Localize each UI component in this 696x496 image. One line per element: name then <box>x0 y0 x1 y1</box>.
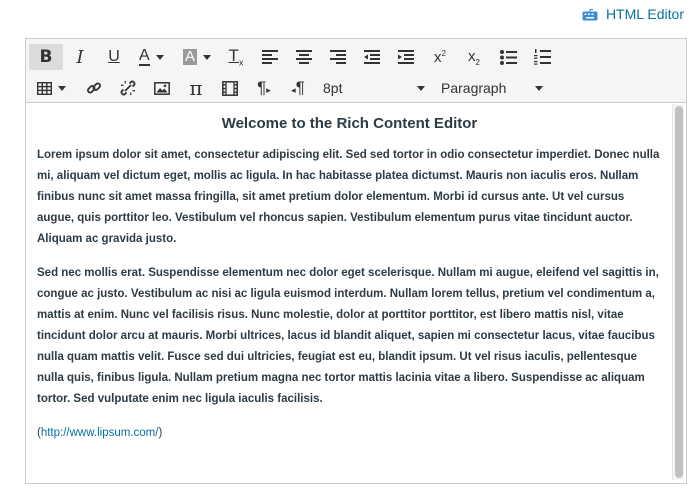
outdent-icon <box>364 50 380 64</box>
link-icon <box>87 82 101 94</box>
content-paragraph-1: Lorem ipsum dolor sit amet, consectetur … <box>37 149 660 245</box>
bullet-list-icon <box>499 49 517 65</box>
align-left-button[interactable] <box>253 44 287 70</box>
content-paragraph-2: Sed nec mollis erat. Suspendisse element… <box>37 267 659 405</box>
content-scrollbar[interactable] <box>672 104 684 480</box>
image-icon <box>154 81 170 95</box>
chevron-down-icon <box>203 54 212 60</box>
text-color-button[interactable]: A <box>131 44 175 70</box>
lipsum-link[interactable]: http://www.lipsum.com/ <box>41 427 159 439</box>
unlink-button[interactable] <box>111 75 145 101</box>
outdent-button[interactable] <box>355 44 389 70</box>
pi-icon: π <box>189 76 203 100</box>
clear-formatting-icon: Tx <box>228 46 244 68</box>
bullet-list-button[interactable] <box>491 44 525 70</box>
font-size-value: 8pt <box>323 80 343 96</box>
numbered-list-button[interactable] <box>525 44 559 70</box>
rtl-icon: ◂¶ <box>291 78 305 97</box>
media-icon <box>222 80 238 96</box>
align-left-icon <box>262 50 278 64</box>
superscript-icon: x2 <box>434 48 446 66</box>
underline-button[interactable]: U <box>97 44 131 70</box>
block-format-select[interactable]: Paragraph <box>433 75 549 101</box>
toolbar-row-1: B I U A A Tx x2 x2 <box>29 43 683 71</box>
subscript-icon: x2 <box>468 47 480 67</box>
chevron-down-icon <box>535 85 543 91</box>
indent-icon <box>398 50 414 64</box>
superscript-button[interactable]: x2 <box>423 44 457 70</box>
underline-icon: U <box>108 48 120 65</box>
link-close-paren: ) <box>158 427 163 439</box>
rich-content-editor: B I U A A Tx x2 x2 π ¶▸ ◂¶ 8pt Paragraph… <box>25 38 687 484</box>
link-button[interactable] <box>77 75 111 101</box>
table-button[interactable] <box>29 75 73 101</box>
table-icon <box>37 81 52 95</box>
clear-formatting-button[interactable]: Tx <box>219 44 253 70</box>
text-color-icon: A <box>139 47 150 66</box>
media-button[interactable] <box>213 75 247 101</box>
chevron-down-icon <box>155 54 164 60</box>
italic-button[interactable]: I <box>63 44 97 70</box>
bold-button[interactable]: B <box>29 44 63 70</box>
align-right-icon <box>330 50 346 64</box>
equation-button[interactable]: π <box>179 75 213 101</box>
align-center-icon <box>296 50 312 64</box>
align-center-button[interactable] <box>287 44 321 70</box>
left-to-right-button[interactable]: ¶▸ <box>247 75 281 101</box>
indent-button[interactable] <box>389 44 423 70</box>
background-color-button[interactable]: A <box>175 44 219 70</box>
editor-toolbar: B I U A A Tx x2 x2 π ¶▸ ◂¶ 8pt Paragraph <box>26 39 686 102</box>
image-button[interactable] <box>145 75 179 101</box>
subscript-button[interactable]: x2 <box>457 44 491 70</box>
bold-icon: B <box>39 47 53 67</box>
toolbar-row-2: π ¶▸ ◂¶ 8pt Paragraph <box>29 74 683 102</box>
align-right-button[interactable] <box>321 44 355 70</box>
chevron-down-icon <box>417 85 425 91</box>
font-size-select[interactable]: 8pt <box>315 75 431 101</box>
ltr-icon: ¶▸ <box>257 78 271 97</box>
content-heading: Welcome to the Rich Content Editor <box>221 115 478 132</box>
numbered-list-icon <box>533 49 551 65</box>
background-color-icon: A <box>183 48 198 65</box>
editor-content-area[interactable]: Welcome to the Rich Content Editor Lorem… <box>26 102 686 483</box>
source-link-line: (http://www.lipsum.com/) <box>37 423 662 444</box>
block-format-value: Paragraph <box>441 80 507 96</box>
italic-icon: I <box>76 46 84 68</box>
chevron-down-icon <box>58 85 66 91</box>
keyboard-icon <box>582 8 598 20</box>
unlink-icon <box>120 80 136 96</box>
scrollbar-thumb[interactable] <box>675 106 683 478</box>
right-to-left-button[interactable]: ◂¶ <box>281 75 315 101</box>
html-editor-label: HTML Editor <box>605 6 684 22</box>
html-editor-toggle[interactable]: HTML Editor <box>582 6 684 22</box>
